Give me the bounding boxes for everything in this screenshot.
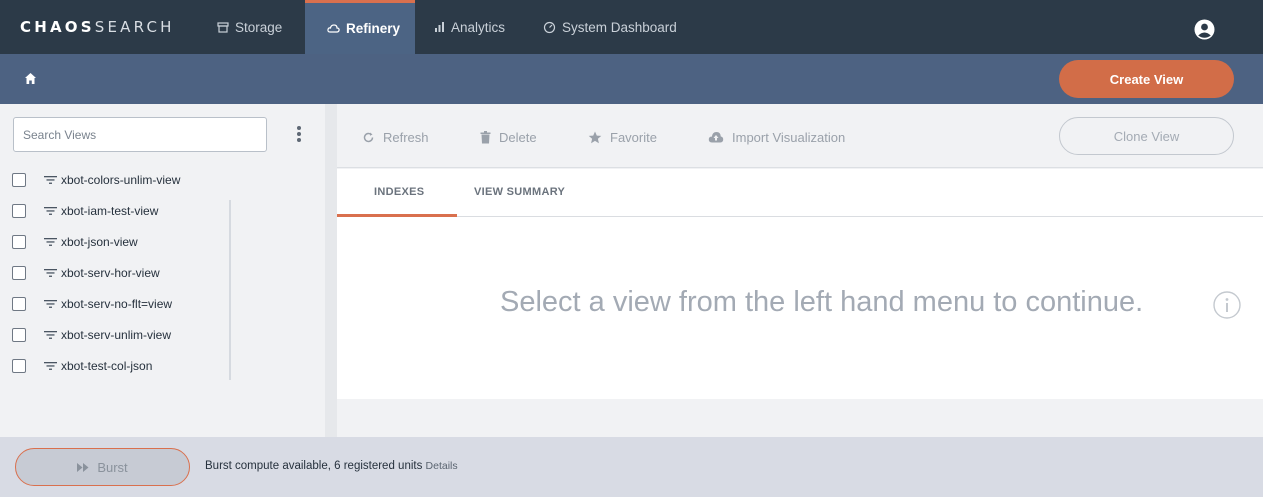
filter-icon [44, 269, 57, 277]
view-name: xbot-serv-hor-view [61, 266, 160, 280]
filter-icon [44, 362, 57, 370]
refresh-icon [363, 132, 374, 142]
burst-status-text: Burst compute available, 6 registered un… [205, 460, 423, 472]
nav-tab-label: System Dashboard [562, 19, 677, 35]
view-checkbox[interactable] [12, 297, 26, 311]
more-options-icon[interactable] [293, 124, 305, 144]
analytics-icon [435, 22, 444, 32]
details-link[interactable]: Details [426, 460, 458, 472]
create-view-button[interactable]: Create View [1059, 60, 1234, 98]
active-tab-indicator [337, 214, 457, 217]
trash-icon [480, 130, 491, 143]
tabs-divider [337, 216, 1263, 217]
nav-tab-analytics[interactable]: Analytics [434, 0, 505, 54]
logo[interactable]: CHAOSSEARCH [20, 18, 175, 36]
import-visualization-button[interactable]: Import Visualization [708, 128, 845, 146]
storage-icon [217, 22, 229, 33]
delete-button[interactable]: Delete [480, 128, 537, 146]
view-name: xbot-serv-unlim-view [61, 328, 172, 342]
view-list-item[interactable]: xbot-json-view [12, 232, 138, 252]
view-list-item[interactable]: xbot-iam-test-view [12, 201, 158, 221]
filter-icon [44, 331, 57, 339]
refinery-icon [327, 24, 340, 33]
content-footer-space [337, 399, 1263, 437]
nav-tab-refinery[interactable]: Refinery [305, 0, 415, 54]
clone-view-button[interactable]: Clone View [1059, 117, 1234, 155]
view-checkbox[interactable] [12, 204, 26, 218]
search-views-input[interactable] [13, 117, 267, 152]
view-list-item[interactable]: xbot-serv-unlim-view [12, 325, 171, 345]
view-name: xbot-serv-no-flt=view [61, 297, 173, 311]
view-list-item[interactable]: xbot-colors-unlim-view [12, 170, 180, 190]
burst-label: Burst [97, 459, 128, 475]
view-name: xbot-test-col-json [61, 359, 153, 373]
home-icon[interactable] [24, 72, 37, 85]
view-checkbox[interactable] [12, 173, 26, 187]
view-checkbox[interactable] [12, 359, 26, 373]
dashboard-icon [543, 21, 556, 33]
nav-tab-system-dashboard[interactable]: System Dashboard [543, 0, 677, 54]
refresh-label: Refresh [383, 129, 429, 145]
delete-label: Delete [499, 129, 537, 145]
sidebar-divider[interactable] [325, 104, 337, 437]
favorite-label: Favorite [610, 129, 657, 145]
view-name: xbot-iam-test-view [61, 204, 159, 218]
burst-status: Burst compute available, 6 registered un… [205, 460, 458, 472]
tab-view-summary[interactable]: VIEW SUMMARY [474, 186, 565, 198]
view-name: xbot-colors-unlim-view [61, 173, 181, 187]
view-list-item[interactable]: xbot-test-col-json [12, 356, 152, 376]
nav-tab-label: Refinery [346, 21, 401, 36]
view-list-item[interactable]: xbot-serv-hor-view [12, 263, 160, 283]
fast-forward-icon [77, 462, 89, 472]
filter-icon [44, 176, 57, 184]
star-icon [588, 131, 602, 143]
filter-icon [44, 238, 57, 246]
user-circle-icon[interactable] [1194, 19, 1215, 40]
empty-state-message: Select a view from the left hand menu to… [500, 286, 1144, 318]
nav-tab-label: Analytics [451, 19, 506, 35]
refresh-button[interactable]: Refresh [362, 128, 429, 146]
view-checkbox[interactable] [12, 266, 26, 280]
view-checkbox[interactable] [12, 235, 26, 249]
view-checkbox[interactable] [12, 328, 26, 342]
nav-tab-label: Storage [235, 19, 283, 35]
tab-indexes[interactable]: INDEXES [374, 186, 424, 198]
import-visualization-label: Import Visualization [732, 129, 846, 145]
view-content-panel [337, 169, 1263, 399]
filter-icon [44, 207, 57, 215]
filter-icon [44, 300, 57, 308]
info-icon[interactable] [1213, 291, 1241, 319]
view-list-item[interactable]: xbot-serv-no-flt=view [12, 294, 172, 314]
favorite-button[interactable]: Favorite [588, 128, 657, 146]
nav-tab-storage[interactable]: Storage [217, 0, 282, 54]
sidebar-scrollbar[interactable] [229, 200, 231, 380]
burst-button[interactable]: Burst [15, 448, 190, 486]
cloud-upload-icon [708, 132, 724, 143]
view-name: xbot-json-view [61, 235, 138, 249]
